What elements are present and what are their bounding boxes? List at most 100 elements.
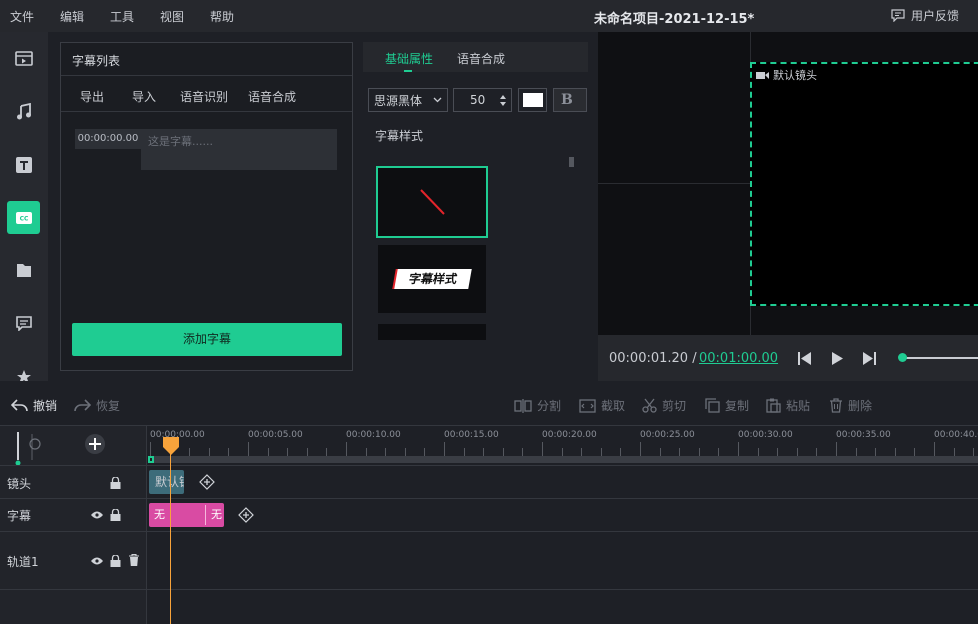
subtitle-panel-title: 字幕列表 [72,54,121,68]
bold-button[interactable]: B [553,88,587,112]
font-family-value: 思源黑体 [374,94,423,108]
ruler-tick [189,448,191,456]
rail-comment-button[interactable] [7,307,40,340]
playhead-line[interactable] [170,446,171,624]
subtitle-clip[interactable]: 无 无 [149,503,224,527]
clip-divider [205,505,206,525]
rail-media-button[interactable] [7,42,40,75]
camera-clip[interactable]: 默认镜头 [149,470,184,494]
svg-text:CC: CC [19,215,28,222]
tab-speech-synthesis[interactable]: 语音合成 [457,50,505,67]
add-subtitle-button[interactable]: 添加字幕 [72,323,342,356]
ruler-tick [659,448,661,456]
ruler-tick [150,442,151,456]
skip-forward-icon[interactable] [863,352,876,365]
add-keyframe-icon[interactable] [199,474,215,490]
ruler-tick [757,448,759,456]
playhead-handle[interactable] [162,437,180,455]
seek-handle[interactable] [898,353,907,362]
copy-button[interactable]: 复制 [705,397,749,414]
total-duration[interactable]: 00:01:00.00 [699,351,778,366]
player-controls: 00:00:01.20 / 00:01:00.00 [598,335,978,381]
subtitle-clip-label: 无 [154,508,165,521]
divider [61,75,352,76]
feedback-button[interactable]: 用户反馈 [891,7,959,24]
ruler-tick [718,448,720,456]
ruler-tick [463,448,465,456]
lock-icon[interactable] [110,477,121,489]
subtitle-list-panel: 字幕列表 导出 导入 语音识别 语音合成 00:00:00.00 这是字幕...… [60,42,353,371]
menu-help[interactable]: 帮助 [210,8,234,25]
speech-synthesis-button[interactable]: 语音合成 [248,88,296,105]
copy-label: 复制 [725,399,750,413]
import-button[interactable]: 导入 [132,88,156,105]
ruler-tick [973,448,975,456]
properties-tabs: 基础属性 语音合成 [363,42,588,72]
seek-bar[interactable] [903,357,978,359]
rail-folder-button[interactable] [7,254,40,287]
track-row-camera: 镜头 [0,465,978,499]
subtitle-entry-text-input[interactable]: 这是字幕...... [141,129,337,170]
skip-back-icon[interactable] [798,352,811,365]
cut-button[interactable]: 剪切 [642,397,686,414]
delete-button[interactable]: 删除 [829,397,872,414]
subtitle-entry-time[interactable]: 00:00:00.00 [75,129,141,149]
split-button[interactable]: 分割 [514,397,561,414]
font-size-stepper[interactable]: 50 [453,88,512,112]
font-family-select[interactable]: 思源黑体 [368,88,448,112]
camera-frame[interactable] [750,62,978,306]
rail-subtitle-button[interactable]: CC [7,201,40,234]
undo-button[interactable]: 撤销 [11,397,57,414]
menu-edit[interactable]: 编辑 [60,8,84,25]
eye-icon[interactable] [91,511,103,519]
stepper-arrows-icon[interactable] [499,94,507,107]
ruler-tick [483,448,485,456]
ruler-tick [796,448,798,456]
style-option-none[interactable] [376,166,488,238]
rail-star-button[interactable] [7,360,40,381]
text-icon [15,156,32,173]
ruler-tick-label: 00:00:05.00 [248,430,303,440]
add-keyframe-icon[interactable] [238,507,254,523]
menu-file[interactable]: 文件 [10,8,34,25]
paste-button[interactable]: 粘贴 [766,397,810,414]
zoom-slider-icon[interactable] [12,430,44,466]
trash-icon[interactable] [129,554,139,566]
style-scrollbar[interactable] [569,157,574,167]
redo-button[interactable]: 恢复 [74,397,120,414]
ruler-tick [777,448,779,456]
current-time: 00:00:01.20 / [609,351,697,366]
edit-toolbar: 撤销 恢复 分割 截取 剪切 复制 粘贴 删除 [0,391,978,421]
crop-button[interactable]: 截取 [579,397,625,414]
preview-canvas[interactable]: 默认镜头 [598,32,978,335]
delete-label: 删除 [848,399,873,413]
ruler-tick [679,448,681,456]
redo-icon [74,399,91,412]
ruler-tick [914,448,916,456]
ruler-tick-label: 00:00:25.00 [640,430,695,440]
rail-text-button[interactable] [7,148,40,181]
play-icon[interactable] [832,352,843,365]
lock-icon[interactable] [110,555,121,567]
speech-recognition-button[interactable]: 语音识别 [180,88,228,105]
ruler-track[interactable] [148,456,978,463]
add-track-icon[interactable] [84,433,106,455]
style-option-sample[interactable]: 字幕样式 [378,245,486,313]
style-option[interactable] [378,324,486,340]
font-color-picker[interactable] [518,88,547,112]
export-button[interactable]: 导出 [80,88,104,105]
menu-view[interactable]: 视图 [160,8,184,25]
ruler-tick-label: 00:00:20.00 [542,430,597,440]
menu-tools[interactable]: 工具 [110,8,134,25]
ruler-tick [542,442,543,456]
lock-icon[interactable] [110,509,121,521]
crop-icon [579,398,596,413]
undo-icon [11,399,28,412]
divider [61,111,352,112]
project-title: 未命名项目-2021-12-15* [594,12,755,27]
ruler-tick [326,448,328,456]
tab-basic-properties[interactable]: 基础属性 [385,50,433,67]
rail-music-button[interactable] [7,95,40,128]
eye-icon[interactable] [91,557,103,565]
subtitle-clip-label: 无 [211,508,222,521]
